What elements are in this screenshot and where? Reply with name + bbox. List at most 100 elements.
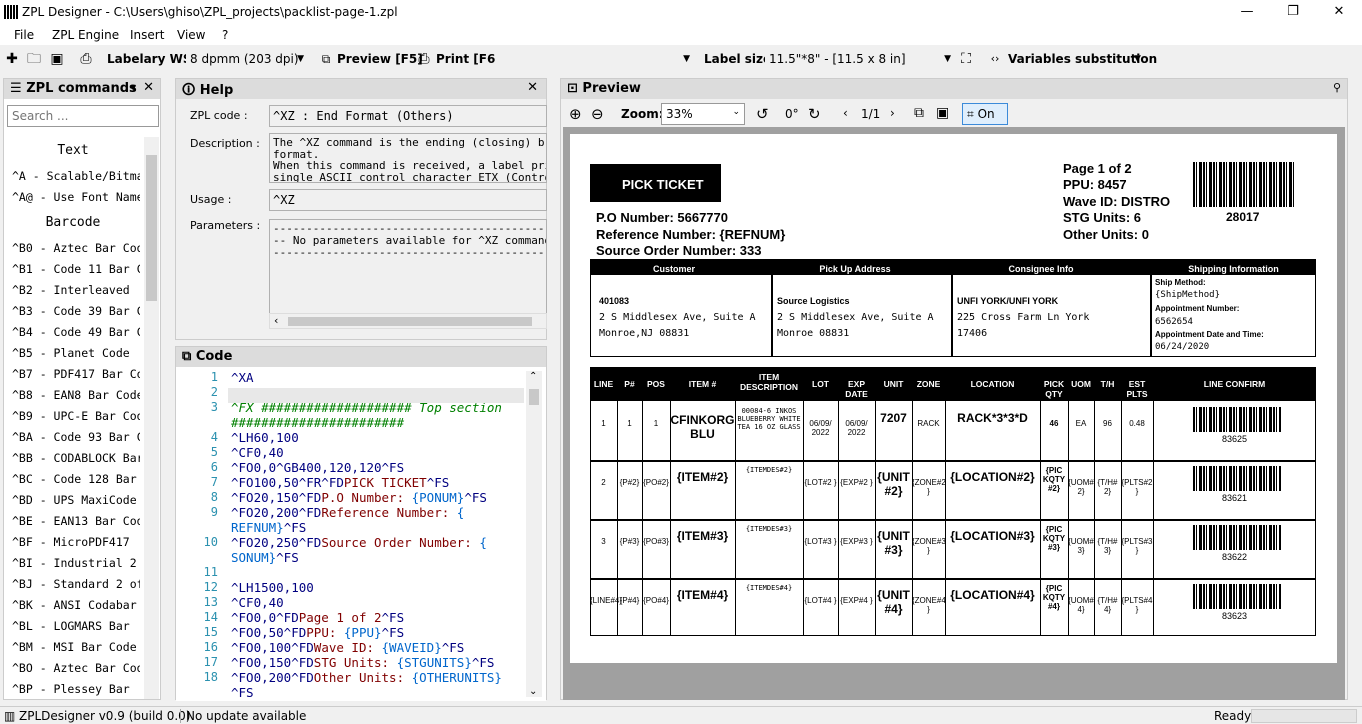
save-icon[interactable]: ▣	[936, 105, 949, 121]
menu-help[interactable]: ?	[222, 28, 228, 42]
command-item[interactable]: ^BA - Code 93 Bar Code	[12, 430, 140, 444]
next-page-icon[interactable]: ›	[890, 106, 895, 120]
command-item[interactable]: ^BJ - Standard 2 of	[12, 577, 140, 591]
printer-select[interactable]: ▼	[496, 49, 694, 70]
code-line[interactable]: ^FO0,150^FDSTG Units: {STGUNITS}^FS	[231, 655, 494, 670]
label-size-select[interactable]: 11.5"*8" - [11.5 x 8 in] ▼	[765, 49, 955, 70]
zoom-select[interactable]: 33% ⌄	[661, 103, 745, 125]
dpi-select[interactable]: 8 dpmm (203 dpi) ▼	[186, 49, 308, 70]
rotate-right-icon[interactable]: ↻	[808, 105, 821, 123]
command-item[interactable]: ^A - Scalable/Bitmap	[12, 169, 140, 183]
command-item[interactable]: ^B7 - PDF417 Bar Code	[12, 367, 140, 381]
printer-icon[interactable]: ⎙	[78, 51, 94, 67]
command-item[interactable]: ^B1 - Code 11 Bar Code	[12, 262, 140, 276]
minimize-button[interactable]: —	[1224, 0, 1270, 25]
table-cell: {PO#2}	[643, 478, 669, 487]
code-line[interactable]: ^LH1500,100	[231, 580, 314, 595]
menu-insert[interactable]: Insert	[130, 28, 164, 42]
command-item[interactable]: ^BL - LOGMARS Bar	[12, 619, 140, 633]
crop-toggle-button[interactable]: ⌗ On	[962, 103, 1008, 125]
close-icon[interactable]: ✕	[143, 80, 154, 95]
save-icon[interactable]: ▣	[49, 51, 65, 67]
chevron-down-icon[interactable]: ⌄	[529, 686, 537, 697]
print-button[interactable]: Print [F6]	[436, 52, 501, 66]
open-folder-icon[interactable]: 🗀	[26, 51, 42, 67]
resize-icon[interactable]: ⛶	[958, 51, 974, 67]
code-line[interactable]: ^FO0,50^FDPPU: {PPU}^FS	[231, 625, 404, 640]
preview-button[interactable]: Preview [F5]	[337, 52, 423, 66]
new-file-icon[interactable]: ✚	[4, 51, 20, 67]
print-icon[interactable]: ⎙	[416, 51, 432, 67]
copy-icon[interactable]: ⧉	[914, 105, 924, 121]
maximize-button[interactable]: ❐	[1270, 0, 1316, 25]
table-cell: 06/09/ 2022	[845, 419, 868, 437]
code-line[interactable]: REFNUM}^FS	[231, 520, 306, 535]
command-item[interactable]: ^BM - MSI Bar Code	[12, 640, 140, 654]
command-item[interactable]: ^BP - Plessey Bar	[12, 682, 140, 696]
close-window-button[interactable]: ✕	[1316, 0, 1362, 25]
command-item[interactable]: ^BC - Code 128 Bar	[12, 472, 140, 486]
close-icon[interactable]: ✕	[527, 80, 538, 95]
commands-scrollbar[interactable]	[144, 137, 159, 699]
command-item[interactable]: ^BE - EAN13 Bar Code	[12, 514, 140, 528]
command-item[interactable]: ^BO - Aztec Bar Code	[12, 661, 140, 675]
code-line[interactable]: ^FO0,0^FDPage 1 of 2^FS	[231, 610, 404, 625]
pin-icon[interactable]: ⚲	[1333, 81, 1341, 94]
code-editor[interactable]: 1 ^XA 2 3 ^FX #################### Top secti…	[176, 367, 546, 701]
code-line[interactable]: ^FS	[231, 685, 254, 700]
code-line[interactable]: ^LH60,100	[231, 430, 299, 445]
code-line[interactable]: SONUM}^FS	[231, 550, 299, 565]
menu-zpl-engine[interactable]: ZPL Engine	[52, 28, 119, 42]
command-item[interactable]: ^B8 - EAN8 Bar Code	[12, 388, 140, 402]
parameters-text: ----------------------------------------…	[269, 219, 547, 313]
code-line[interactable]: ^FO0,200^FDOther Units: {OTHERUNITS}	[231, 670, 502, 685]
command-item[interactable]: ^B0 - Aztec Bar Code	[12, 241, 140, 255]
chevron-left-icon[interactable]: ‹	[274, 314, 278, 327]
command-item[interactable]: ^B3 - Code 39 Bar Code	[12, 304, 140, 318]
prev-page-icon[interactable]: ‹	[843, 106, 848, 120]
command-item[interactable]: ^A@ - Use Font Name	[12, 190, 140, 204]
code-line[interactable]: ^FO100,50^FR^FDPICK TICKET^FS	[231, 475, 449, 490]
command-item[interactable]: ^BD - UPS MaxiCode	[12, 493, 140, 507]
scrollbar-thumb[interactable]	[529, 389, 539, 405]
code-line[interactable]: ^CF0,40	[231, 445, 284, 460]
rotate-left-icon[interactable]: ↺	[756, 105, 769, 123]
table-cell: {ITEMDES#2}	[745, 466, 793, 474]
pin-icon[interactable]: ▾	[130, 81, 136, 94]
menu-file[interactable]: File	[14, 28, 34, 42]
command-item[interactable]: ^BK - ANSI Codabar	[12, 598, 140, 612]
code-line[interactable]: ^XA	[231, 370, 254, 385]
table-cell: {LOT#4 }	[804, 596, 837, 605]
code-line[interactable]: ^FO20,250^FDSource Order Number: {	[231, 535, 487, 550]
usage-label: Usage :	[190, 193, 232, 206]
help-horizontal-scrollbar[interactable]: ‹	[269, 313, 547, 329]
preview-icon[interactable]: ⧉	[318, 51, 334, 67]
scrollbar-thumb[interactable]	[288, 317, 532, 326]
scrollbar-thumb[interactable]	[146, 155, 157, 301]
command-item[interactable]: ^B9 - UPC-E Bar Code	[12, 409, 140, 423]
po-number: P.O Number: 5667770	[596, 210, 728, 225]
zoom-out-icon[interactable]: ⊖	[591, 105, 604, 123]
code-line[interactable]: ^FO20,200^FDReference Number: {	[231, 505, 464, 520]
code-line[interactable]: ^FO0,0^GB400,120,120^FS	[231, 460, 404, 475]
menu-view[interactable]: View	[177, 28, 205, 42]
command-item[interactable]: ^B4 - Code 49 Bar Code	[12, 325, 140, 339]
code-line[interactable]: ^CF0,40	[231, 595, 284, 610]
zoom-label: Zoom:	[621, 107, 664, 121]
code-line[interactable]: ^FO20,150^FDP.O Number: {PONUM}^FS	[231, 490, 487, 505]
command-item[interactable]: ^BB - CODABLOCK Bar	[12, 451, 140, 465]
source-order-number: Source Order Number: 333	[596, 243, 762, 258]
code-line[interactable]: #######################	[231, 415, 404, 430]
search-input[interactable]	[7, 105, 159, 127]
command-item[interactable]: ^BI - Industrial 2	[12, 556, 140, 570]
code-scrollbar[interactable]: ⌃ ⌄	[526, 371, 542, 697]
code-line[interactable]: ^FO0,100^FDWave ID: {WAVEID}^FS	[231, 640, 464, 655]
chevron-up-icon[interactable]: ⌃	[529, 371, 537, 382]
command-item[interactable]: ^BF - MicroPDF417	[12, 535, 140, 549]
table-cell: {ITEM#3}	[676, 529, 729, 543]
command-item[interactable]: ^B2 - Interleaved	[12, 283, 140, 297]
column-header: LOCATION	[970, 379, 1015, 389]
chevron-down-icon[interactable]: ▼	[1134, 54, 1141, 64]
zoom-in-icon[interactable]: ⊕	[569, 105, 582, 123]
command-item[interactable]: ^B5 - Planet Code	[12, 346, 140, 360]
